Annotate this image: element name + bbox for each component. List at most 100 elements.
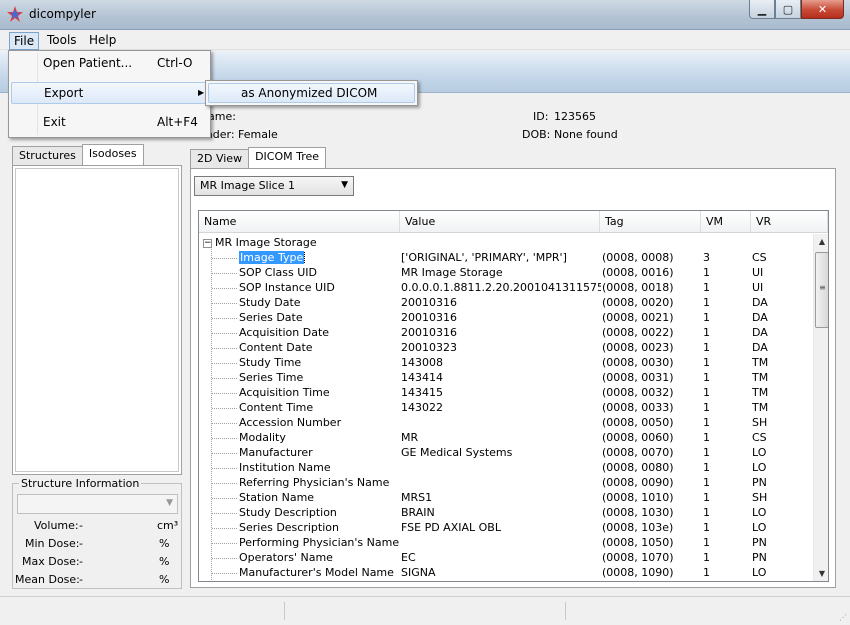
cell-name: Performing Physician's Name	[239, 536, 401, 549]
table-row[interactable]: Referring Physician's Name (0008, 0090) 1 P…	[199, 476, 813, 491]
cell-name: Content Date	[239, 341, 401, 354]
cell-vr: TM	[752, 371, 807, 384]
table-row[interactable]: Content Date 20010323 (0008, 0023) 1 DA	[199, 341, 813, 356]
column-vr[interactable]: VR	[751, 211, 828, 232]
cell-vr: LO	[752, 446, 807, 459]
title-bar[interactable]: dicompyler ▁ ▢ ✕	[0, 0, 850, 30]
table-row[interactable]: Manufacturer GE Medical Systems (0008, 007…	[199, 446, 813, 461]
cell-vm: 1	[703, 371, 751, 384]
isodose-list[interactable]	[12, 165, 182, 475]
cell-text: Modality	[239, 431, 286, 444]
table-row[interactable]: Content Time 143022 (0008, 0033) 1 TM	[199, 401, 813, 416]
column-vm[interactable]: VM	[701, 211, 751, 232]
scrollbar-thumb[interactable]: ≡	[815, 252, 828, 328]
cell-tag: (0008, 0033)	[602, 401, 702, 414]
cell-text: 1	[703, 311, 710, 324]
table-row[interactable]: Acquisition Date 20010316 (0008, 0022) 1 DA	[199, 326, 813, 341]
table-row[interactable]: Series Time 143414 (0008, 0031) 1 TM	[199, 371, 813, 386]
table-row[interactable]: Station Name MRS1 (0008, 1010) 1 SH	[199, 491, 813, 506]
cell-text: SH	[752, 491, 768, 504]
cell-name: SOP Class UID	[239, 266, 401, 279]
collapse-icon[interactable]: −	[203, 238, 212, 248]
cell-vm: 1	[703, 341, 751, 354]
table-row[interactable]: SOP Instance UID 0.0.0.0.1.8811.2.20.2001…	[199, 281, 813, 296]
menu-item-exit[interactable]: Exit Alt+F4	[11, 112, 208, 134]
window-title: dicompyler	[29, 7, 96, 21]
patient-id-label: ID:	[533, 110, 549, 123]
table-row[interactable]: Modality MR (0008, 0060) 1 CS	[199, 431, 813, 446]
tree-branch-line	[212, 273, 237, 274]
table-row[interactable]: SOP Class UID MR Image Storage (0008, 0016…	[199, 266, 813, 281]
cell-text: (0008, 0008)	[602, 251, 674, 264]
menu-file[interactable]: File	[9, 32, 40, 50]
close-button[interactable]: ✕	[801, 0, 844, 19]
minimize-button[interactable]: ▁	[749, 0, 775, 19]
cell-tag: (0008, 0070)	[602, 446, 702, 459]
tab-2d-view[interactable]: 2D View	[190, 149, 250, 168]
cell-text: Performing Physician's Name	[239, 536, 400, 549]
table-row[interactable]: Image Type ['ORIGINAL', 'PRIMARY', 'MPR']…	[199, 251, 813, 266]
cell-text: 20010316	[401, 296, 457, 309]
cell-name: Modality	[239, 431, 401, 444]
column-value[interactable]: Value	[400, 211, 600, 232]
cell-vm: 1	[703, 266, 751, 279]
maximize-button[interactable]: ▢	[775, 0, 801, 19]
scroll-down-icon[interactable]: ▼	[814, 566, 828, 581]
cell-text: 143415	[401, 386, 443, 399]
table-row[interactable]: Performing Physician's Name (0008, 1050) 1…	[199, 536, 813, 551]
cell-text: SOP Class UID	[239, 266, 317, 279]
table-row[interactable]: Manufacturer's Model Name SIGNA (0008, 109…	[199, 566, 813, 581]
menu-item-open-patient[interactable]: Open Patient... Ctrl-O	[11, 53, 208, 75]
tree-branch-line	[212, 408, 237, 409]
cell-name: Accession Number	[239, 416, 401, 429]
cell-vr: LO	[752, 506, 807, 519]
table-row[interactable]: Series Date 20010316 (0008, 0021) 1 DA	[199, 311, 813, 326]
volume-label: Volume:	[34, 519, 79, 532]
patient-dob-label: DOB:	[522, 128, 551, 141]
table-row[interactable]: Acquisition Time 143415 (0008, 0032) 1 TM	[199, 386, 813, 401]
table-row[interactable]: Study Description BRAIN (0008, 1030) 1 LO	[199, 506, 813, 521]
slice-select[interactable]: MR Image Slice 1 ▼	[194, 176, 354, 196]
table-row[interactable]: Operators' Name EC (0008, 1070) 1 PN	[199, 551, 813, 566]
export-submenu: as Anonymized DICOM	[205, 80, 418, 106]
menu-item-export-anonymized[interactable]: as Anonymized DICOM	[208, 83, 415, 103]
table-row[interactable]: Institution Name (0008, 0080) 1 LO	[199, 461, 813, 476]
cell-text: UI	[752, 266, 764, 279]
cell-text: Manufacturer	[239, 446, 313, 459]
tab-dicom-tree[interactable]: DICOM Tree	[248, 147, 327, 168]
cell-text: DA	[752, 341, 768, 354]
menu-help[interactable]: Help	[85, 32, 120, 48]
cell-value: SIGNA	[401, 566, 601, 579]
column-name[interactable]: Name	[199, 211, 400, 232]
structure-select[interactable]: ▼	[17, 494, 178, 514]
dicom-tree[interactable]: Name Value Tag VM VR − MR Image Storage I…	[198, 210, 829, 582]
cell-tag: (0008, 1030)	[602, 506, 702, 519]
scroll-up-icon[interactable]: ▲	[814, 234, 828, 250]
tree-root-node[interactable]: − MR Image Storage	[203, 236, 317, 251]
cell-name: Referring Physician's Name	[239, 476, 401, 489]
table-row[interactable]: Series Description FSE PD AXIAL OBL (0008,…	[199, 521, 813, 536]
cell-text: 1	[703, 416, 710, 429]
cell-tag: (0008, 103e)	[602, 521, 702, 534]
tree-branch-line	[212, 348, 237, 349]
cell-text: 1	[703, 431, 710, 444]
menu-item-shortcut: Ctrl-O	[157, 56, 193, 70]
cell-tag: (0008, 1090)	[602, 566, 702, 579]
cell-vr: LO	[752, 461, 807, 474]
cell-text: Series Description	[239, 521, 339, 534]
tab-structures[interactable]: Structures	[12, 146, 83, 165]
cell-text: TM	[752, 386, 769, 399]
cell-text: (0008, 0090)	[602, 476, 674, 489]
tree-branch-line	[212, 528, 237, 529]
menu-tools[interactable]: Tools	[43, 32, 81, 48]
resize-grip-icon[interactable]: ⋰	[839, 613, 847, 622]
menu-item-export[interactable]: Export ▶	[11, 82, 208, 104]
table-row[interactable]: Study Date 20010316 (0008, 0020) 1 DA	[199, 296, 813, 311]
column-tag[interactable]: Tag	[600, 211, 701, 232]
tab-isodoses[interactable]: Isodoses	[81, 144, 144, 165]
table-row[interactable]: Study Time 143008 (0008, 0030) 1 TM	[199, 356, 813, 371]
table-row[interactable]: Accession Number (0008, 0050) 1 SH	[199, 416, 813, 431]
view-tabs: 2D View DICOM Tree	[190, 147, 327, 169]
vertical-scrollbar[interactable]: ▲ ≡ ▼	[813, 234, 828, 581]
cell-vr: TM	[752, 401, 807, 414]
